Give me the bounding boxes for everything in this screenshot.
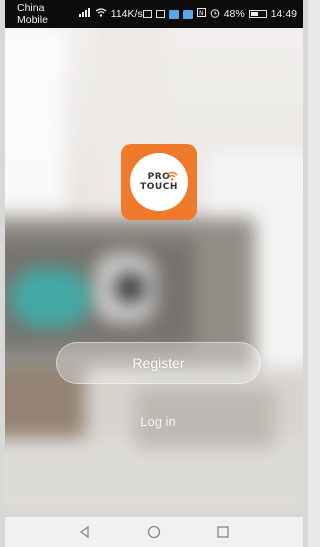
home-icon[interactable]: [142, 520, 166, 544]
battery-icon: [248, 10, 267, 18]
navigation-bar: [5, 517, 303, 547]
login-link[interactable]: Log in: [118, 410, 198, 432]
register-button[interactable]: Register: [56, 342, 261, 384]
app-icon: [182, 9, 193, 19]
back-icon[interactable]: [73, 520, 97, 544]
image-icon: [155, 10, 165, 18]
background-overlay: [5, 28, 303, 517]
bezel-right: [303, 0, 308, 547]
status-right: N 48% 14:49: [142, 8, 303, 21]
app-logo: PRO TOUCH: [121, 144, 197, 220]
nfc-icon: N: [196, 8, 206, 20]
carrier-label: China Mobile: [17, 2, 48, 26]
logo-badge: PRO TOUCH: [130, 153, 188, 211]
signal-icon: [78, 8, 91, 20]
battery-percent: 48%: [223, 8, 245, 20]
clock: 14:49: [270, 8, 297, 20]
recents-icon[interactable]: [211, 520, 235, 544]
mail-icon: [142, 10, 152, 18]
wifi-icon: [95, 8, 107, 20]
svg-text:N: N: [199, 10, 204, 17]
app-screen: China Mobile 114K/s N 48% 14:49 PRO TOUC…: [0, 0, 308, 547]
status-bar: China Mobile 114K/s N 48% 14:49: [5, 0, 303, 28]
alarm-icon: [210, 8, 220, 21]
status-left: China Mobile 114K/s: [5, 2, 143, 26]
app-icon: [168, 9, 179, 19]
wifi-logo-icon: [166, 168, 178, 186]
network-speed: 114K/s: [110, 8, 143, 20]
